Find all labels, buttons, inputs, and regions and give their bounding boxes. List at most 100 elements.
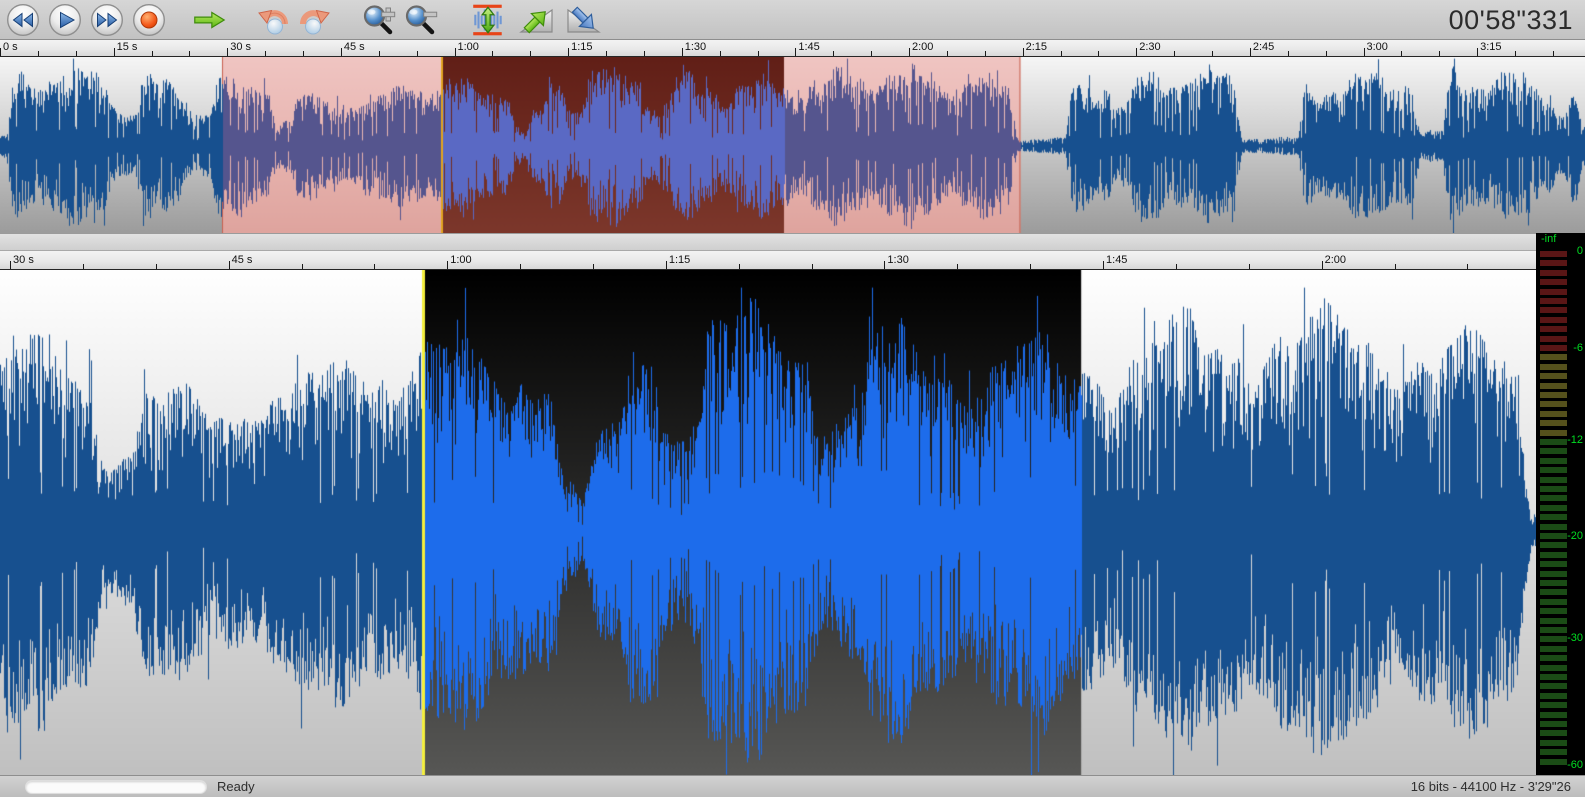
record-button[interactable] — [131, 0, 167, 40]
zoom-out-vertical-button[interactable] — [563, 0, 605, 40]
ruler-tick — [1212, 51, 1213, 56]
meter-segment — [1540, 524, 1567, 530]
meter-segment — [1540, 552, 1567, 558]
play-icon — [48, 3, 82, 37]
meter-segment — [1540, 326, 1567, 332]
ruler-label: 2:30 — [1139, 41, 1160, 53]
skip-forward-button[interactable] — [89, 0, 125, 40]
overview-waveform[interactable] — [0, 57, 1585, 233]
meter-segment — [1540, 411, 1567, 417]
meter-segment — [1540, 683, 1567, 689]
meter-segment — [1540, 571, 1567, 577]
ruler-tick — [884, 261, 885, 269]
ruler-tick — [1515, 51, 1516, 56]
zoom-in-button[interactable] — [361, 0, 397, 40]
zoom-in-vertical-button[interactable] — [515, 0, 557, 40]
fit-vertical-button[interactable] — [467, 0, 509, 40]
play-button[interactable] — [47, 0, 83, 40]
ruler-tick — [606, 51, 607, 56]
ruler-label: 30 s — [13, 254, 34, 266]
ruler-tick — [739, 264, 740, 269]
ruler-tick — [265, 51, 266, 56]
ruler-tick — [1467, 264, 1468, 269]
meter-segment — [1540, 589, 1567, 595]
ruler-tick — [833, 51, 834, 56]
ruler-label: 30 s — [230, 41, 251, 53]
meter-segment — [1540, 561, 1567, 567]
zoom-out-icon — [403, 2, 439, 38]
meter-label: -30 — [1567, 633, 1583, 644]
ruler-tick — [812, 264, 813, 269]
ruler-tick — [492, 51, 493, 56]
ruler-tick — [1553, 51, 1554, 56]
ruler-tick — [530, 51, 531, 56]
ruler-tick — [455, 48, 456, 56]
ruler-tick — [1061, 51, 1062, 56]
ruler-tick — [374, 264, 375, 269]
meter-segment — [1540, 317, 1567, 323]
meter-segment — [1540, 580, 1567, 586]
ruler-tick — [1098, 51, 1099, 56]
meter-label: 0 — [1577, 246, 1583, 257]
ruler-tick — [379, 51, 380, 56]
meter-segment — [1540, 260, 1567, 266]
meter-segment — [1540, 298, 1567, 304]
ruler-label: 0 s — [3, 41, 18, 53]
meter-segment — [1540, 618, 1567, 624]
meter-segment — [1540, 665, 1567, 671]
meter-segment — [1540, 495, 1567, 501]
meter-segment — [1540, 627, 1567, 633]
ruler-tick — [909, 48, 910, 56]
zoom-in-vertical-icon — [518, 2, 554, 38]
toolbar: 00'58"331 — [0, 0, 1585, 40]
ruler-label: 2:45 — [1253, 41, 1274, 53]
meter-segment — [1540, 289, 1567, 295]
ruler-tick — [1136, 48, 1137, 56]
meter-segment — [1540, 458, 1567, 464]
meter-label: -6 — [1573, 343, 1583, 354]
ruler-tick — [1322, 261, 1323, 269]
ruler-tick — [795, 48, 796, 56]
goto-end-button[interactable] — [191, 0, 227, 40]
skip-forward-icon — [90, 3, 124, 37]
meter-segment — [1540, 279, 1567, 285]
ruler-label: 2:15 — [1026, 41, 1047, 53]
meter-segment — [1540, 712, 1567, 718]
ruler-tick — [666, 261, 667, 269]
meter-segment — [1540, 439, 1567, 445]
ruler-tick — [1326, 51, 1327, 56]
overview-time-ruler[interactable]: 0 s15 s30 s45 s1:001:151:301:452:002:152… — [0, 40, 1585, 57]
zoom-in-icon — [361, 2, 397, 38]
ruler-tick — [1477, 48, 1478, 56]
zoom-out-button[interactable] — [403, 0, 439, 40]
ruler-label: 1:45 — [1106, 254, 1127, 266]
undo-icon — [255, 3, 291, 37]
redo-button[interactable] — [297, 0, 333, 40]
ruler-tick — [1401, 51, 1402, 56]
meter-segment — [1540, 345, 1567, 351]
ruler-label: 2:00 — [1325, 254, 1346, 266]
skip-back-button[interactable] — [5, 0, 41, 40]
ruler-tick — [947, 51, 948, 56]
ruler-tick — [644, 51, 645, 56]
ruler-label: 3:15 — [1480, 41, 1501, 53]
detail-waveform[interactable] — [0, 270, 1536, 775]
ruler-label: 45 s — [344, 41, 365, 53]
meter-segment — [1540, 486, 1567, 492]
skip-back-icon — [6, 3, 40, 37]
ruler-tick — [114, 48, 115, 56]
undo-button[interactable] — [255, 0, 291, 40]
meter-segment — [1540, 740, 1567, 746]
pane-separator — [0, 233, 1585, 250]
ruler-tick — [1176, 264, 1177, 269]
ruler-tick — [189, 51, 190, 56]
meter-segment — [1540, 401, 1567, 407]
ruler-tick — [1288, 51, 1289, 56]
ruler-tick — [520, 264, 521, 269]
level-meter: -inf0-6-12-20-30-60 — [1536, 233, 1585, 775]
meter-label: -20 — [1567, 531, 1583, 542]
detail-time-ruler[interactable]: 30 s45 s1:001:151:301:452:00 — [0, 250, 1536, 270]
meter-segment — [1540, 336, 1567, 342]
meter-segment — [1540, 749, 1567, 755]
ruler-tick — [341, 48, 342, 56]
